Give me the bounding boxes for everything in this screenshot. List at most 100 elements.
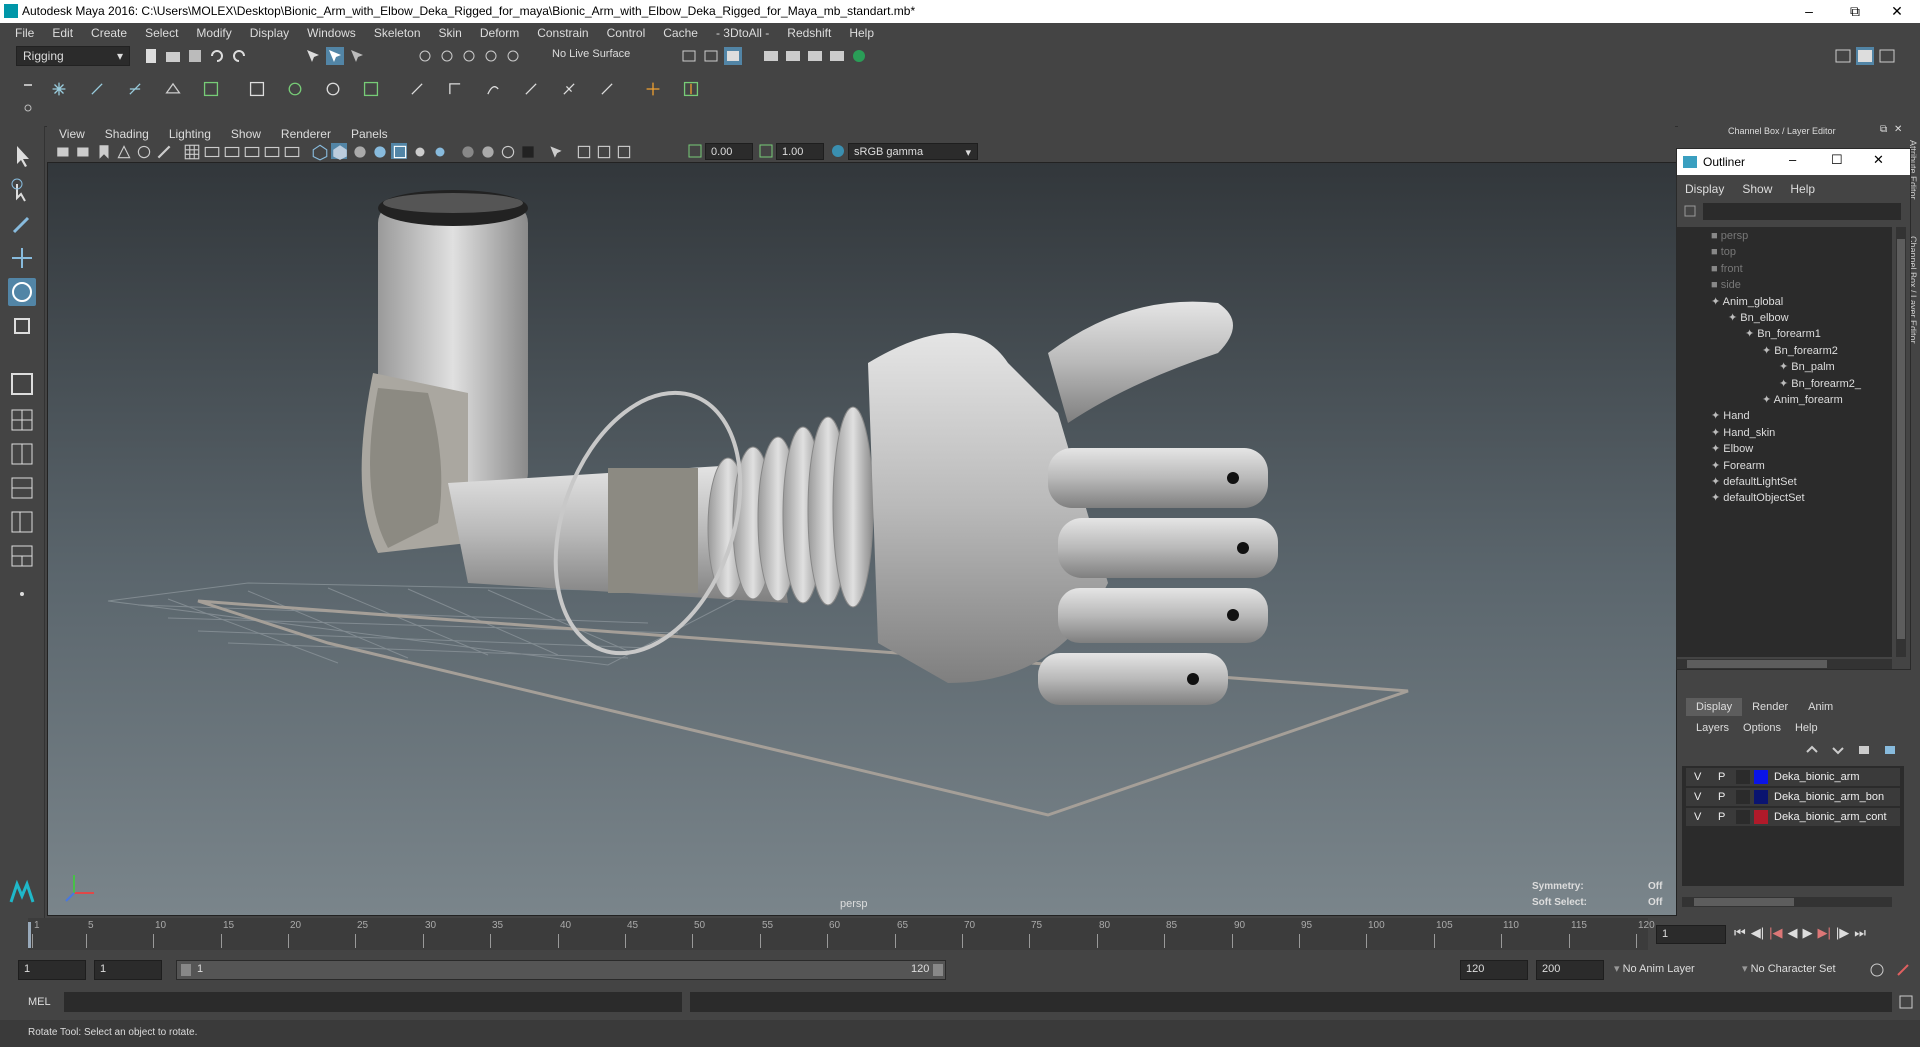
outliner-item[interactable]: ✦ Anim_global	[1711, 293, 1783, 311]
outliner-menu-display[interactable]: Display	[1685, 182, 1724, 196]
camera-attributes-icon[interactable]	[75, 143, 91, 159]
grid-toggle-icon[interactable]	[183, 143, 200, 160]
command-input[interactable]	[64, 992, 682, 1012]
outliner-item[interactable]: ✦ Forearm	[1711, 457, 1765, 475]
menu-windows[interactable]: Windows	[298, 26, 365, 40]
outliner-minimize-button[interactable]: –	[1789, 152, 1796, 167]
layer-menu-help[interactable]: Help	[1795, 722, 1818, 734]
isolate-select-icon[interactable]	[547, 143, 563, 159]
blendshape-icon[interactable]	[324, 80, 352, 108]
paint-select-tool-icon[interactable]	[8, 210, 36, 238]
panel-menu-view[interactable]: View	[49, 127, 95, 141]
layer-menu-layers[interactable]: Layers	[1696, 722, 1729, 734]
outliner-item[interactable]: ✦ Bn_palm	[1779, 358, 1835, 376]
point-constraint-icon[interactable]	[408, 80, 436, 108]
select-tool-icon[interactable]	[8, 142, 36, 170]
menuset-dropdown[interactable]: Rigging ▾	[16, 46, 130, 66]
menu-control[interactable]: Control	[598, 26, 655, 40]
select-hierarchy-icon[interactable]	[304, 47, 322, 65]
minimize-button[interactable]: –	[1786, 0, 1832, 23]
layer-playback-toggle[interactable]: P	[1718, 811, 1725, 823]
paint-weights-icon[interactable]	[202, 80, 230, 108]
outliner-menu-show[interactable]: Show	[1742, 182, 1772, 196]
outliner-item[interactable]: ✦ defaultLightSet	[1711, 473, 1797, 491]
layer-tab-render[interactable]: Render	[1742, 698, 1798, 716]
animation-preferences-icon[interactable]	[1894, 961, 1912, 979]
film-gate-icon[interactable]	[203, 143, 220, 159]
layer-visibility-toggle[interactable]: V	[1694, 791, 1701, 803]
open-scene-icon[interactable]	[164, 47, 182, 65]
menu-select[interactable]: Select	[136, 26, 187, 40]
wrap-deformer-icon[interactable]	[362, 80, 390, 108]
animation-start-field[interactable]: 1	[18, 960, 86, 980]
color-management-icon[interactable]	[830, 143, 846, 159]
filter-icon[interactable]	[1683, 204, 1697, 218]
menu-redshift[interactable]: Redshift	[778, 26, 840, 40]
range-end-handle[interactable]	[933, 964, 943, 976]
panel-menu-lighting[interactable]: Lighting	[159, 127, 221, 141]
animation-end-field[interactable]: 200	[1536, 960, 1604, 980]
move-layer-up-icon[interactable]	[1804, 742, 1820, 758]
playback-end-field[interactable]: 120	[1460, 960, 1528, 980]
ik-handle-icon[interactable]	[88, 80, 116, 108]
layer-menu-options[interactable]: Options	[1743, 722, 1781, 734]
outliner-item[interactable]: ✦ Bn_forearm2_	[1779, 375, 1861, 393]
outliner-item[interactable]: ✦ Elbow	[1711, 440, 1753, 458]
cluster-icon[interactable]	[286, 80, 314, 108]
bookmark-icon[interactable]	[95, 143, 111, 159]
snap-live-icon[interactable]	[504, 47, 522, 65]
layer-tab-anim[interactable]: Anim	[1798, 698, 1843, 716]
close-panel-icon[interactable]: ✕	[1894, 124, 1902, 135]
exposure-icon[interactable]	[687, 143, 703, 159]
outliner-item[interactable]: ■ front	[1711, 260, 1743, 278]
layer-playback-toggle[interactable]: P	[1718, 791, 1725, 803]
viewport-persp[interactable]: persp Symmetry: Off Soft Select: Off	[47, 162, 1677, 916]
playback-start-field[interactable]: 1	[94, 960, 162, 980]
scale-tool-icon[interactable]	[8, 312, 36, 340]
safe-action-icon[interactable]	[283, 143, 300, 159]
outliner-item[interactable]: ✦ Hand	[1711, 407, 1750, 425]
menu-cache[interactable]: Cache	[654, 26, 707, 40]
panel-menu-shading[interactable]: Shading	[95, 127, 159, 141]
menu-create[interactable]: Create	[82, 26, 136, 40]
step-forward-icon[interactable]: |▶	[1836, 925, 1849, 941]
motion-blur-icon[interactable]	[479, 143, 495, 159]
character-set-dropdown[interactable]: ▾ No Character Set	[1742, 962, 1882, 980]
panel-menu-renderer[interactable]: Renderer	[271, 127, 341, 141]
panel-menu-show[interactable]: Show	[221, 127, 271, 141]
render-settings-icon[interactable]	[806, 47, 824, 65]
menu-help[interactable]: Help	[840, 26, 883, 40]
layer-color-swatch[interactable]	[1754, 790, 1768, 804]
current-frame-field[interactable]: 1	[1656, 925, 1726, 944]
lattice-icon[interactable]	[248, 80, 276, 108]
channel-box-toggle-icon[interactable]	[1856, 47, 1874, 65]
layer-type-toggle[interactable]	[1736, 770, 1750, 784]
outliner-item[interactable]: ✦ Bn_forearm2	[1762, 342, 1838, 360]
hypershade-icon[interactable]	[828, 47, 846, 65]
field-chart-icon[interactable]	[263, 143, 280, 159]
gate-mask-icon[interactable]	[243, 143, 260, 159]
scale-constraint-icon[interactable]	[522, 80, 550, 108]
anti-alias-icon[interactable]	[499, 143, 515, 159]
rig-tool-icon[interactable]	[682, 80, 710, 108]
lights-icon[interactable]	[411, 143, 427, 159]
menu-display[interactable]: Display	[241, 26, 298, 40]
output-ops-icon[interactable]	[702, 47, 720, 65]
step-back-key-icon[interactable]: |◀	[1769, 925, 1782, 941]
step-back-icon[interactable]: ◀|	[1751, 925, 1764, 941]
outliner-maximize-button[interactable]: ☐	[1831, 152, 1843, 168]
layer-type-toggle[interactable]	[1736, 810, 1750, 824]
outliner-vscroll[interactable]	[1896, 227, 1906, 657]
time-slider[interactable]: 1 5 10 15 20 25 30 35 40 45 50 55 60 65 70 75 80 85 90 95 10…	[0, 918, 1920, 952]
backface-culling-icon[interactable]	[615, 143, 631, 159]
layer-visibility-toggle[interactable]: V	[1694, 811, 1701, 823]
bind-skin-icon[interactable]	[164, 80, 192, 108]
outliner-item[interactable]: ■ persp	[1711, 227, 1748, 245]
layer-type-toggle[interactable]	[1736, 790, 1750, 804]
new-layer-selected-icon[interactable]	[1882, 742, 1898, 758]
layer-row[interactable]: V P Deka_bionic_arm_cont	[1686, 808, 1900, 826]
default-material-icon[interactable]	[351, 143, 367, 159]
more-layouts-icon[interactable]	[8, 580, 36, 608]
goto-start-icon[interactable]: ⏮	[1734, 925, 1746, 941]
redo-icon[interactable]	[230, 47, 248, 65]
